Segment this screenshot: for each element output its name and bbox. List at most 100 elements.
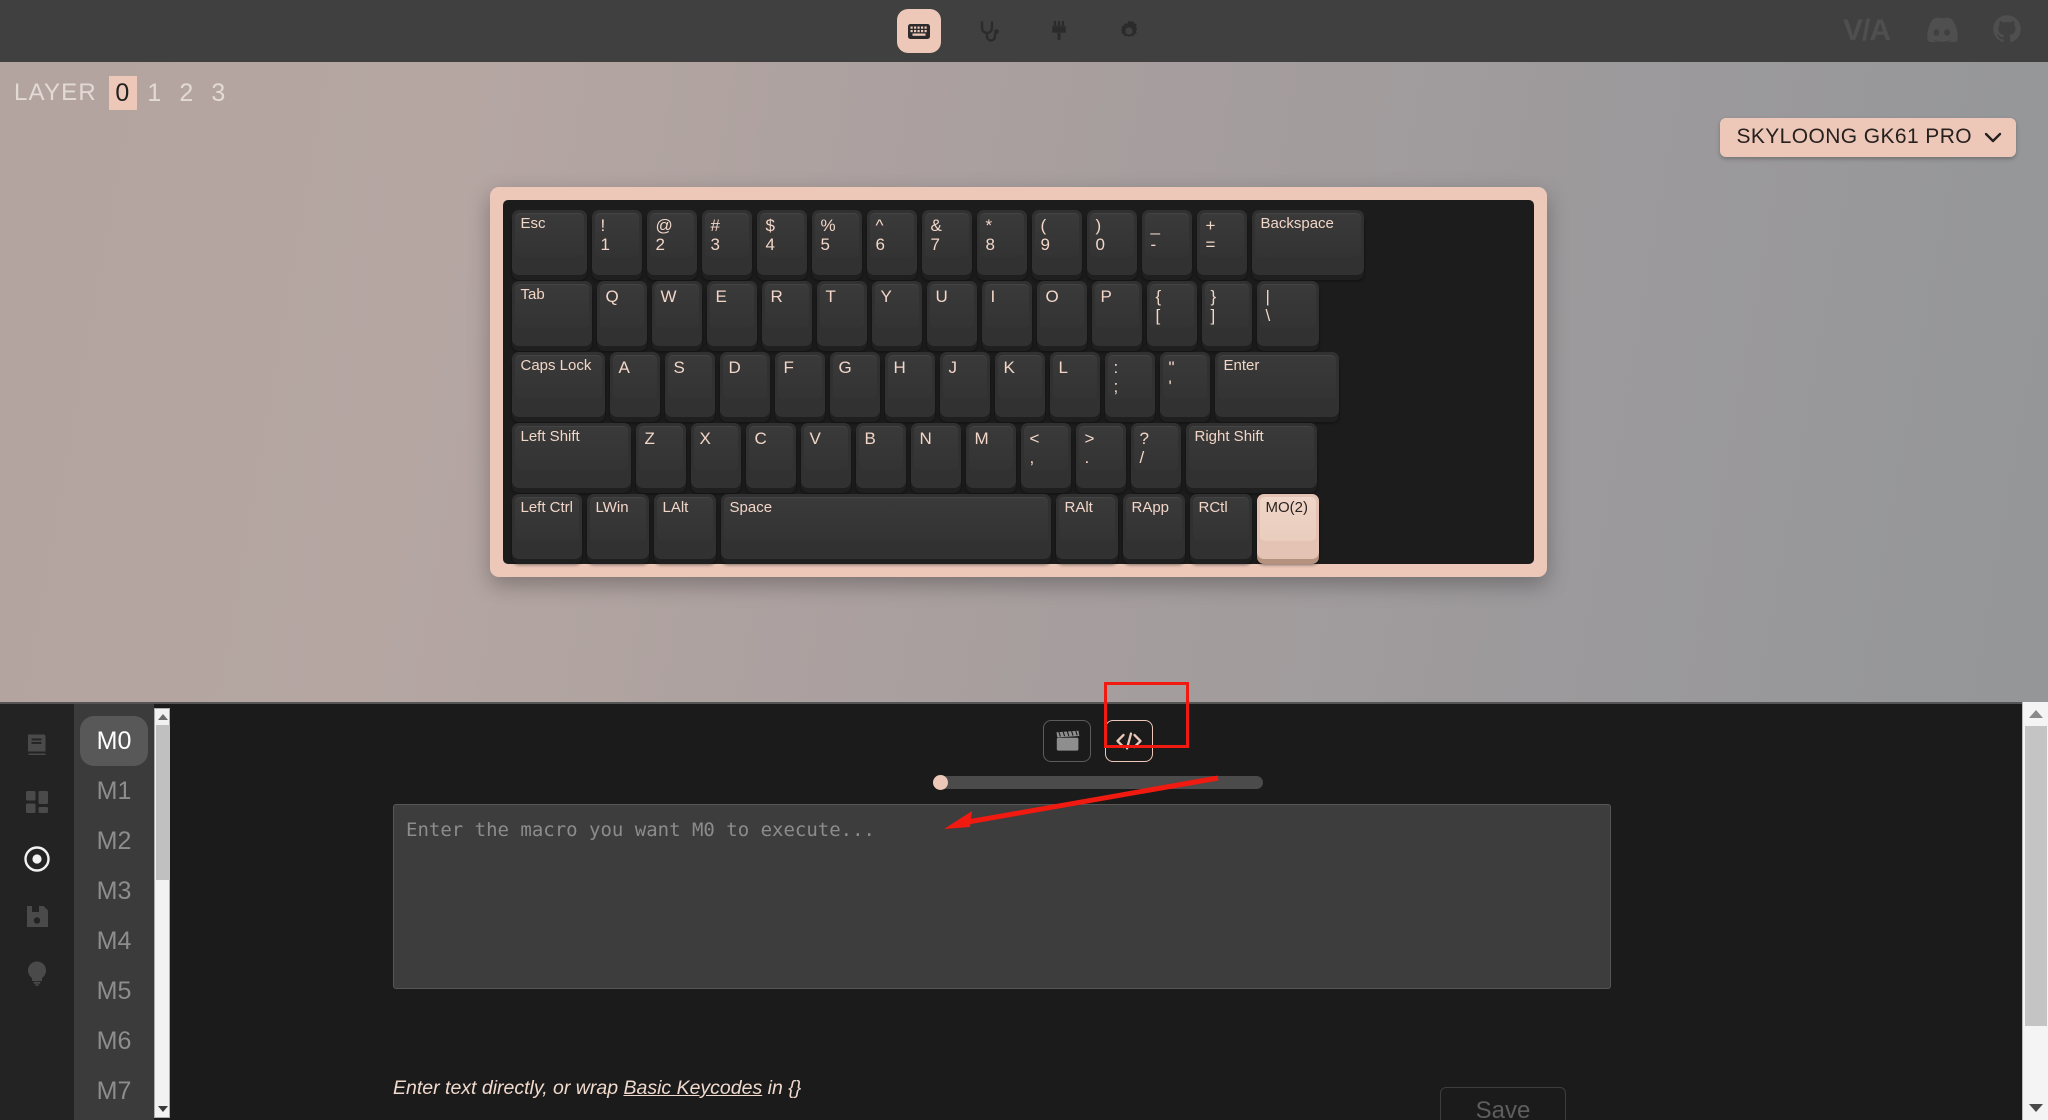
key-space[interactable]: Space — [720, 494, 1051, 559]
key-u[interactable]: U — [926, 281, 977, 346]
book-icon[interactable] — [20, 728, 54, 762]
slider-track[interactable] — [933, 775, 1263, 790]
macro-item-m3[interactable]: M3 — [80, 866, 148, 916]
key-g[interactable]: G — [829, 352, 880, 417]
page-scroll-thumb[interactable] — [2025, 726, 2047, 1026]
key--[interactable]: { [ — [1146, 281, 1197, 346]
grid-layout-icon[interactable] — [20, 785, 54, 819]
gear-icon[interactable] — [1107, 9, 1151, 53]
key-d[interactable]: D — [719, 352, 770, 417]
key--[interactable]: + = — [1196, 210, 1247, 275]
key--[interactable]: > . — [1075, 423, 1126, 488]
key-e[interactable]: E — [706, 281, 757, 346]
key--8[interactable]: * 8 — [976, 210, 1027, 275]
macro-item-m5[interactable]: M5 — [80, 966, 148, 1016]
keyboard-icon[interactable] — [897, 9, 941, 53]
key-esc[interactable]: Esc — [511, 210, 587, 275]
macro-item-m7[interactable]: M7 — [80, 1066, 148, 1116]
key-w[interactable]: W — [651, 281, 702, 346]
macro-input-textarea[interactable]: Enter the macro you want M0 to execute..… — [393, 804, 1611, 989]
scroll-up-arrow-icon[interactable] — [155, 709, 171, 725]
key--1[interactable]: ! 1 — [591, 210, 642, 275]
record-dot-icon[interactable] — [20, 842, 54, 876]
paintbrush-icon[interactable] — [1037, 9, 1081, 53]
key-mo(2)[interactable]: MO(2) — [1256, 494, 1319, 559]
key-n[interactable]: N — [910, 423, 961, 488]
key-a[interactable]: A — [609, 352, 660, 417]
key-j[interactable]: J — [939, 352, 990, 417]
key--2[interactable]: @ 2 — [646, 210, 697, 275]
recorder-clapper-icon-button[interactable] — [1043, 720, 1091, 762]
key-q[interactable]: Q — [596, 281, 647, 346]
key--7[interactable]: & 7 — [921, 210, 972, 275]
key-t[interactable]: T — [816, 281, 867, 346]
key-y[interactable]: Y — [871, 281, 922, 346]
macro-item-m2[interactable]: M2 — [80, 816, 148, 866]
key-)-0[interactable]: ) 0 — [1086, 210, 1137, 275]
stethoscope-icon[interactable] — [967, 9, 1011, 53]
key-f[interactable]: F — [774, 352, 825, 417]
code-brackets-icon-button[interactable] — [1105, 720, 1153, 762]
key-tab[interactable]: Tab — [511, 281, 592, 346]
key-left-shift[interactable]: Left Shift — [511, 423, 631, 488]
github-icon[interactable] — [1992, 14, 2022, 49]
key-enter[interactable]: Enter — [1214, 352, 1339, 417]
slider-knob[interactable] — [933, 775, 948, 790]
key-_--[interactable]: _ - — [1141, 210, 1192, 275]
key-z[interactable]: Z — [635, 423, 686, 488]
key-r[interactable]: R — [761, 281, 812, 346]
key-caps-lock[interactable]: Caps Lock — [511, 352, 605, 417]
key--3[interactable]: # 3 — [701, 210, 752, 275]
macro-list[interactable]: M0 M1 M2 M3 M4 M5 M6 M7 — [74, 704, 154, 1120]
key-rapp[interactable]: RApp — [1122, 494, 1185, 559]
key-p[interactable]: P — [1091, 281, 1142, 346]
basic-keycodes-link[interactable]: Basic Keycodes — [623, 1077, 762, 1099]
macro-item-m6[interactable]: M6 — [80, 1016, 148, 1066]
key--5[interactable]: % 5 — [811, 210, 862, 275]
key--[interactable]: : ; — [1104, 352, 1155, 417]
macro-item-m1[interactable]: M1 — [80, 766, 148, 816]
layer-button-1[interactable]: 1 — [141, 76, 169, 110]
key-l[interactable]: L — [1049, 352, 1100, 417]
key-lwin[interactable]: LWin — [586, 494, 649, 559]
key-o[interactable]: O — [1036, 281, 1087, 346]
key-ralt[interactable]: RAlt — [1055, 494, 1118, 559]
key-h[interactable]: H — [884, 352, 935, 417]
key--[interactable]: } ] — [1201, 281, 1252, 346]
key-lalt[interactable]: LAlt — [653, 494, 716, 559]
lightbulb-icon[interactable] — [20, 956, 54, 990]
key--[interactable]: < , — [1020, 423, 1071, 488]
save-button[interactable]: Save — [1440, 1087, 1566, 1120]
key-i[interactable]: I — [981, 281, 1032, 346]
key-x[interactable]: X — [690, 423, 741, 488]
key--4[interactable]: $ 4 — [756, 210, 807, 275]
page-scroll-up-arrow-icon[interactable] — [2023, 702, 2048, 726]
key-(-9[interactable]: ( 9 — [1031, 210, 1082, 275]
key-backspace[interactable]: Backspace — [1251, 210, 1364, 275]
layer-button-3[interactable]: 3 — [205, 76, 233, 110]
key--[interactable]: ? / — [1130, 423, 1181, 488]
key-c[interactable]: C — [745, 423, 796, 488]
macro-list-scrollbar[interactable] — [154, 708, 170, 1118]
key--[interactable]: | \ — [1256, 281, 1319, 346]
scroll-down-arrow-icon[interactable] — [155, 1101, 171, 1117]
key-left-ctrl[interactable]: Left Ctrl — [511, 494, 582, 559]
floppy-save-icon[interactable] — [20, 899, 54, 933]
macro-scroll-thumb[interactable] — [156, 725, 170, 880]
macro-item-m0[interactable]: M0 — [80, 716, 148, 766]
page-scroll-down-arrow-icon[interactable] — [2023, 1096, 2048, 1120]
layer-button-2[interactable]: 2 — [173, 76, 201, 110]
macro-item-m4[interactable]: M4 — [80, 916, 148, 966]
key-b[interactable]: B — [855, 423, 906, 488]
discord-icon[interactable] — [1924, 16, 1958, 47]
key-k[interactable]: K — [994, 352, 1045, 417]
key--[interactable]: " ' — [1159, 352, 1210, 417]
page-scrollbar[interactable] — [2022, 702, 2048, 1120]
device-select-dropdown[interactable]: SKYLOONG GK61 PRO — [1720, 118, 2016, 157]
key-s[interactable]: S — [664, 352, 715, 417]
layer-button-0[interactable]: 0 — [108, 76, 137, 110]
key-m[interactable]: M — [965, 423, 1016, 488]
key-v[interactable]: V — [800, 423, 851, 488]
key--6[interactable]: ^ 6 — [866, 210, 917, 275]
macro-delay-slider[interactable] — [933, 775, 1263, 790]
